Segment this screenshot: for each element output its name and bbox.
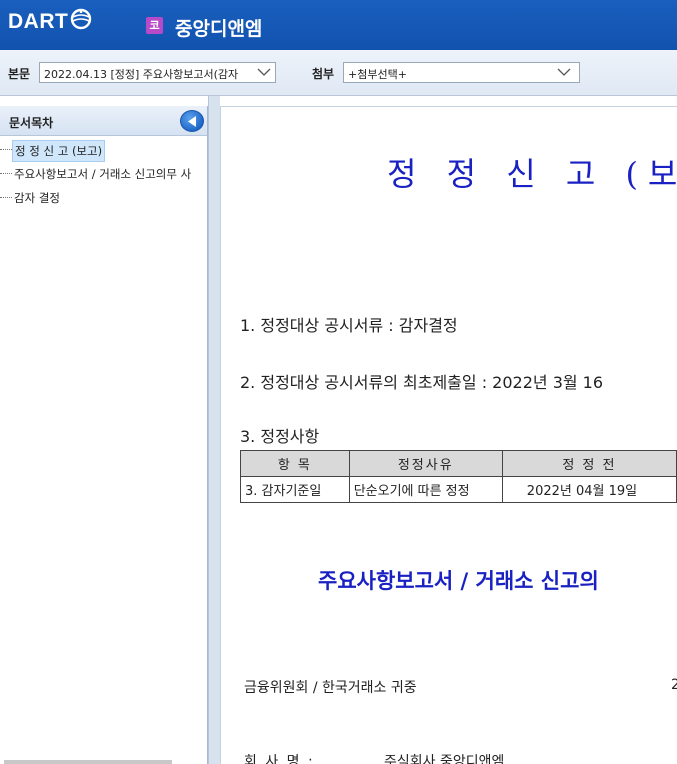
attach-select[interactable]: +첨부선택+ xyxy=(343,62,580,83)
table-row: 3. 감자기준일 단순오기에 따른 정정 2022년 04월 19일 xyxy=(240,476,677,503)
logo-text: DART xyxy=(8,10,69,33)
tree-connector xyxy=(0,197,12,198)
table-cell: 단순오기에 따른 정정 xyxy=(348,476,503,503)
toc-item-label: 정 정 신 고 (보고) xyxy=(12,140,106,162)
company-name: 중앙디앤엠 xyxy=(175,18,263,40)
correction-target: 1. 정정대상 공시서류 : 감자결정 xyxy=(240,316,458,335)
document-toolbar: 본문 2022.04.13 [정정] 주요사항보고서(감자 첨부 +첨부선택+ xyxy=(0,50,677,96)
attach-label: 첨부 xyxy=(312,67,335,81)
addressee: 금융위원회 / 한국거래소 귀중 xyxy=(244,680,417,696)
main-doc-select[interactable]: 2022.04.13 [정정] 주요사항보고서(감자 xyxy=(39,62,276,83)
sidebar-scrollbar[interactable] xyxy=(4,760,172,764)
toc-title: 문서목차 xyxy=(9,116,54,130)
table-header: 항 목 xyxy=(240,450,350,477)
company-label: 회 사 명 : xyxy=(244,754,315,764)
correction-items-heading: 3. 정정사항 xyxy=(240,427,320,446)
first-submission-date: 2. 정정대상 공시서류의 최초제출일 : 2022년 3월 16 xyxy=(240,373,604,392)
corp-type-badge: 코 xyxy=(146,17,163,34)
table-header: 정정사유 xyxy=(348,450,503,477)
toc-item-label: 주요사항보고서 / 거래소 신고의무 사 xyxy=(14,167,192,181)
document-viewer: 정 정 신 고 (보고 1. 정정대상 공시서류 : 감자결정 2. 정정대상 … xyxy=(220,106,677,764)
main-doc-select-value: 2022.04.13 [정정] 주요사항보고서(감자 xyxy=(44,68,239,81)
table-cell: 3. 감자기준일 xyxy=(240,476,350,503)
report-subtitle: 주요사항보고서 / 거래소 신고의 xyxy=(318,568,599,593)
app-header: DART 코 중앙디앤엠 xyxy=(0,0,677,50)
chevron-left-icon xyxy=(188,116,196,127)
company-value: 주식회사 중앙디앤엠 xyxy=(384,754,505,764)
pane-splitter[interactable] xyxy=(208,96,220,764)
addressee-date-fragment: 2 xyxy=(671,677,677,693)
tree-connector xyxy=(0,173,12,174)
collapse-sidebar-button[interactable] xyxy=(180,110,204,132)
toc-item-correction-report[interactable]: 정 정 신 고 (보고) xyxy=(0,138,207,162)
toc-item-capital-reduction[interactable]: 감자 결정 xyxy=(0,186,207,210)
tree-connector xyxy=(0,149,12,150)
table-header: 정 정 전 xyxy=(501,450,677,477)
attach-select-value: +첨부선택+ xyxy=(348,68,407,81)
correction-table: 항 목 정정사유 정 정 전 3. 감자기준일 단순오기에 따른 정정 2022… xyxy=(240,450,677,503)
toc-tree: 정 정 신 고 (보고) 주요사항보고서 / 거래소 신고의무 사 감자 결정 xyxy=(0,138,207,210)
document-title: 정 정 신 고 (보고 xyxy=(387,155,677,193)
toc-item-label: 감자 결정 xyxy=(14,191,60,205)
globe-icon xyxy=(71,8,92,30)
toc-item-major-report[interactable]: 주요사항보고서 / 거래소 신고의무 사 xyxy=(0,162,207,186)
chevron-down-icon xyxy=(257,66,271,78)
toc-header: 문서목차 xyxy=(0,106,207,136)
toc-sidebar: 문서목차 정 정 신 고 (보고) 주요사항보고서 / 거래소 신고의무 사 감… xyxy=(0,106,208,764)
dart-logo[interactable]: DART xyxy=(8,8,93,36)
main-doc-label: 본문 xyxy=(8,67,31,81)
table-cell: 2022년 04월 19일 xyxy=(501,476,677,503)
chevron-down-icon xyxy=(557,68,571,76)
